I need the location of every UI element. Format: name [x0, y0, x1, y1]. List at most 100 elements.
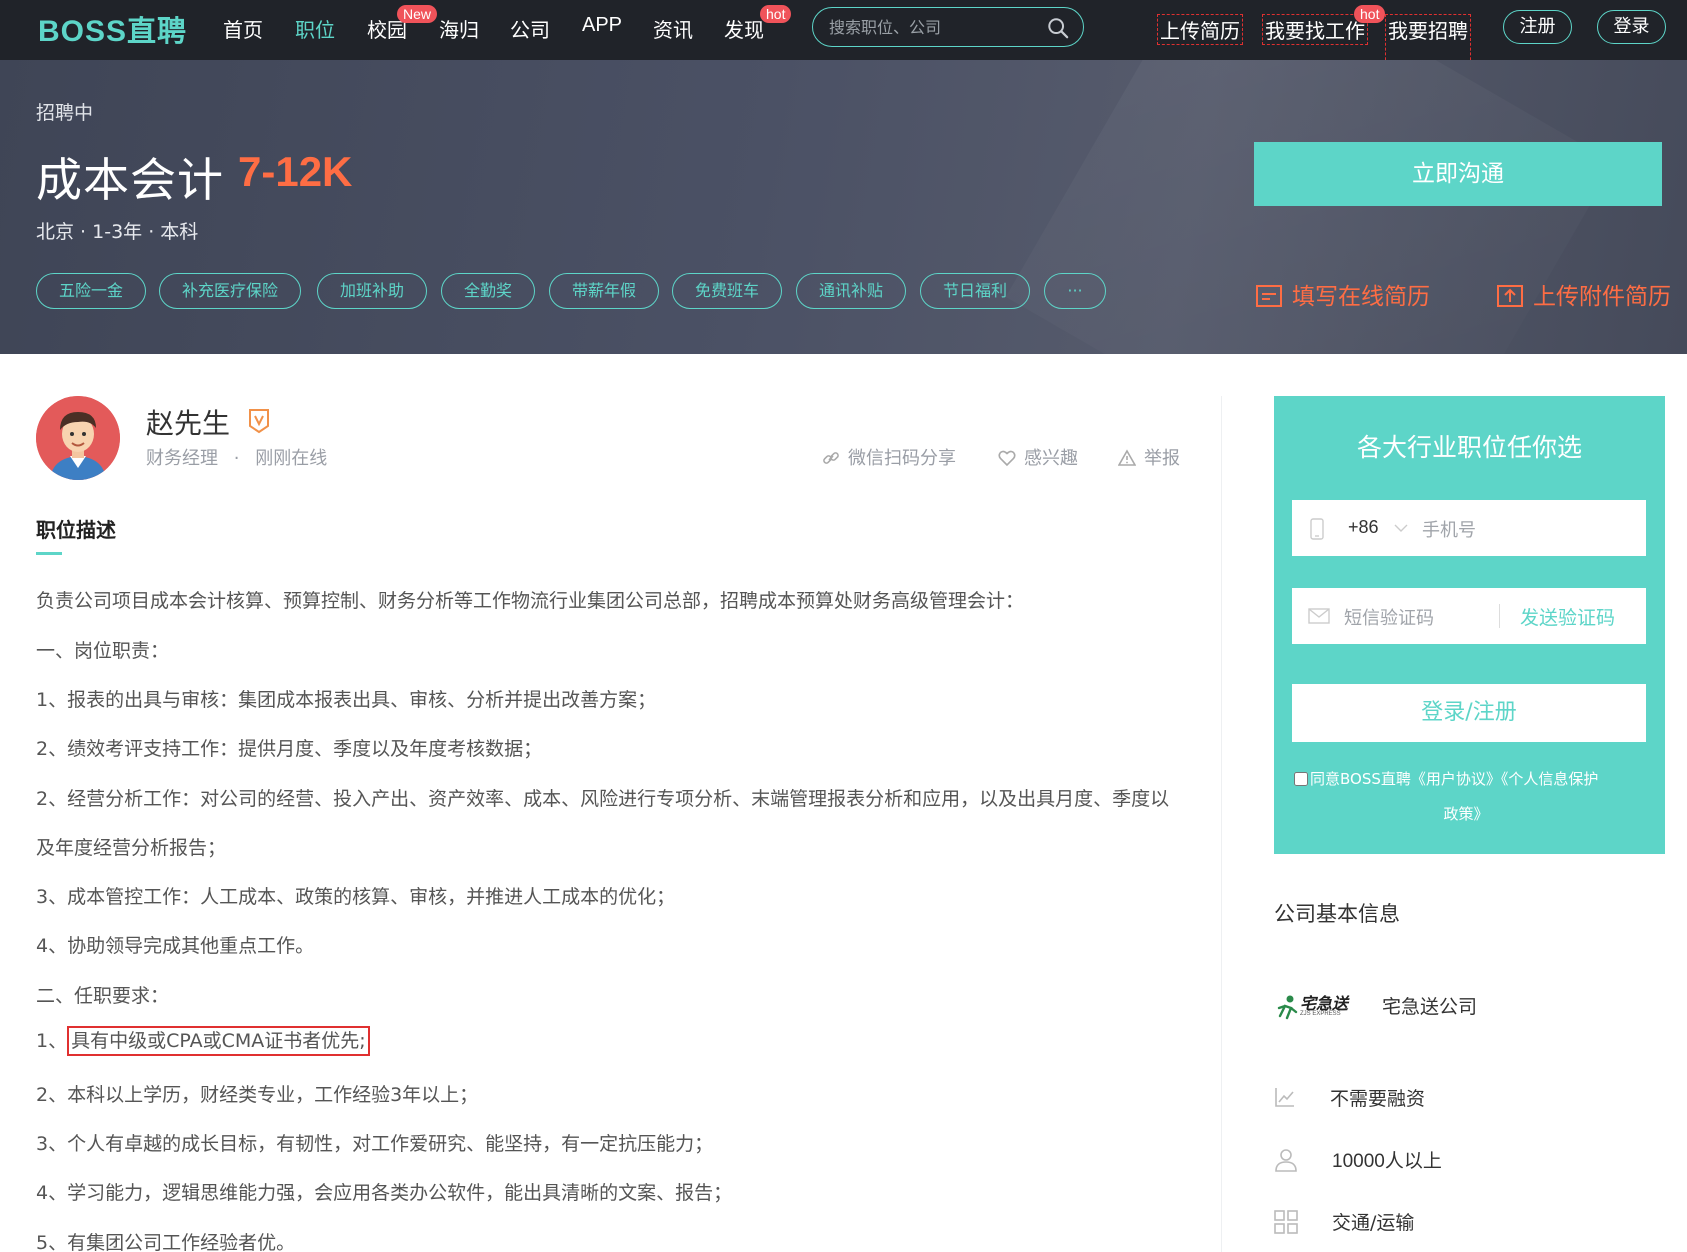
fill-online-resume-link[interactable]: 填写在线简历	[1256, 277, 1430, 311]
benefit-tag: 补充医疗保险	[159, 273, 301, 309]
boss-name: 赵先生	[146, 407, 231, 440]
boss-logo[interactable]: BOSS直聘	[38, 8, 187, 50]
description-line: 及年度经营分析报告；	[36, 837, 227, 859]
nav-company[interactable]: 公司	[510, 14, 550, 43]
person-icon	[1275, 1149, 1297, 1172]
login-panel-title: 各大行业职位任你选	[1356, 433, 1582, 462]
description-line-highlighted: 1、 具有中级或CPA或CMA证书者优先;	[36, 1026, 370, 1056]
upload-attachment-resume-link[interactable]: 上传附件简历	[1497, 277, 1671, 311]
boss-subtitle: 财务经理 · 刚刚在线	[146, 444, 327, 470]
mail-icon	[1308, 608, 1330, 624]
description-line: 一、岗位职责：	[36, 640, 170, 662]
runner-logo-icon	[1277, 995, 1298, 1020]
description-line: 4、学习能力，逻辑思维能力强，会应用各类办公软件，能出具清晰的文案、报告；	[36, 1182, 733, 1204]
more-tags-button[interactable]: ···	[1044, 273, 1106, 309]
financing-row: 不需要融资	[1274, 1084, 1574, 1112]
job-title: 成本会计	[36, 153, 224, 207]
report-label: 举报	[1144, 448, 1180, 469]
grid-icon	[1274, 1210, 1298, 1234]
country-code-select[interactable]: +86	[1348, 517, 1379, 538]
nav-discover[interactable]: 发现	[724, 14, 764, 43]
login-panel: 各大行业职位任你选 +86 手机号 短信验证码 发送验证码 登录/注册 同意BO…	[1274, 396, 1665, 854]
login-register-button[interactable]: 登录/注册	[1292, 684, 1646, 742]
company-size: 10000人以上	[1332, 1151, 1442, 1172]
find-job-link[interactable]: 我要找工作	[1262, 14, 1368, 45]
description-line: 3、成本管控工作：人工成本、政策的核算、审核，并推进人工成本的优化；	[36, 886, 676, 908]
description-line: 二、任职要求：	[36, 985, 170, 1007]
job-meta: 北京 · 1-3年 · 本科	[36, 221, 199, 243]
logo-cn: 直聘	[127, 14, 188, 48]
warning-icon	[1117, 449, 1137, 466]
hot-badge: hot	[1354, 5, 1386, 23]
agreement: 同意BOSS直聘《用户协议》《个人信息保护 政策》	[1294, 762, 1648, 832]
description-line: 4、协助领导完成其他重点工作。	[36, 935, 315, 957]
search-icon[interactable]	[1047, 17, 1069, 39]
financing-stage: 不需要融资	[1330, 1088, 1426, 1110]
upload-attachment-label: 上传附件简历	[1533, 284, 1671, 310]
nav-overseas[interactable]: 海归	[439, 14, 479, 43]
description-line: 1、报表的出具与审核：集团成本报表出具、审核、分析并提出改善方案；	[36, 689, 657, 711]
agree-checkbox[interactable]	[1294, 772, 1308, 786]
company-name[interactable]: 宅急送公司	[1382, 992, 1477, 1019]
description-line: 2、绩效考评支持工作：提供月度、季度以及年度考核数据；	[36, 738, 543, 760]
chart-trend-icon	[1275, 1088, 1294, 1107]
link-icon	[823, 452, 839, 464]
phone-input[interactable]: 手机号	[1422, 516, 1476, 542]
nav-news[interactable]: 资讯	[653, 14, 693, 43]
company-industry: 交通/运输	[1332, 1212, 1415, 1234]
benefit-tag: 通讯补贴	[796, 273, 906, 309]
nav-home[interactable]: 首页	[223, 14, 263, 43]
description-line: 负责公司项目成本会计核算、预算控制、财务分析等工作物流行业集团公司总部，招聘成本…	[36, 590, 1025, 612]
phone-field[interactable]: +86 手机号	[1292, 500, 1646, 556]
column-divider	[1221, 396, 1222, 1252]
privacy-policy-link[interactable]: 政策》	[1294, 797, 1648, 832]
field-divider	[1499, 604, 1500, 628]
agree-prefix: 同意BOSS直聘	[1310, 770, 1411, 788]
report-button[interactable]: 举报	[1117, 444, 1180, 470]
job-banner: 招聘中 成本会计 7-12K 北京 · 1-3年 · 本科 五险一金 补充医疗保…	[0, 60, 1687, 354]
recruit-link[interactable]: 我要招聘	[1385, 14, 1471, 65]
boss-online-status: 刚刚在线	[255, 448, 328, 469]
interest-button[interactable]: 感兴趣	[998, 444, 1078, 470]
avatar-illustration	[36, 396, 120, 480]
section-underline	[36, 552, 62, 555]
terms-link[interactable]: 《用户协议》《个人信息保护	[1411, 770, 1599, 788]
job-salary: 7-12K	[238, 148, 353, 195]
separator-dot: ·	[233, 448, 240, 469]
interest-label: 感兴趣	[1024, 448, 1078, 469]
benefit-tag: 带薪年假	[549, 273, 659, 309]
description-line: 2、本科以上学历，财经类专业，工作经验3年以上；	[36, 1084, 479, 1106]
sms-code-input[interactable]: 短信验证码	[1344, 604, 1434, 630]
highlighted-requirement: 具有中级或CPA或CMA证书者优先;	[67, 1026, 370, 1056]
upload-resume-link[interactable]: 上传简历	[1157, 14, 1243, 45]
benefit-tag: 全勤奖	[441, 273, 535, 309]
industry-row: 交通/运输	[1274, 1208, 1574, 1236]
company-info-title: 公司基本信息	[1274, 902, 1400, 926]
nav-jobs[interactable]: 职位	[295, 14, 335, 43]
benefit-tag: 免费班车	[672, 273, 782, 309]
description-line: 5、有集团公司工作经验者优。	[36, 1232, 296, 1252]
verified-badge-icon	[249, 409, 269, 434]
fill-resume-label: 填写在线简历	[1292, 284, 1430, 310]
boss-role: 财务经理	[146, 448, 218, 469]
logo-latin: BOSS	[38, 15, 128, 48]
hot-badge: hot	[760, 5, 792, 23]
search-input[interactable]	[829, 16, 1039, 38]
login-button[interactable]: 登录	[1597, 10, 1666, 44]
register-button[interactable]: 注册	[1503, 10, 1572, 44]
description-line: 3、个人有卓越的成长目标，有韧性，对工作爱研究、能坚持，有一定抗压能力；	[36, 1133, 714, 1155]
job-status: 招聘中	[36, 102, 94, 124]
wechat-share-button[interactable]: 微信扫码分享	[822, 444, 956, 470]
chevron-down-icon[interactable]	[1394, 524, 1408, 533]
resume-form-icon	[1256, 285, 1282, 307]
heart-icon	[998, 450, 1016, 467]
sms-field[interactable]: 短信验证码 发送验证码	[1292, 588, 1646, 644]
benefit-tag: 五险一金	[36, 273, 146, 309]
chat-now-button[interactable]: 立即沟通	[1254, 142, 1662, 206]
nav-app[interactable]: APP	[582, 14, 622, 37]
line-prefix: 1、	[36, 1030, 68, 1052]
send-code-button[interactable]: 发送验证码	[1520, 603, 1615, 630]
top-nav: BOSS直聘 首页 职位 校园 New 海归 公司 APP 资讯 发现 hot …	[0, 0, 1687, 65]
logo-subtext: ZJS EXPRESS	[1300, 1011, 1341, 1017]
share-label: 微信扫码分享	[848, 448, 956, 469]
